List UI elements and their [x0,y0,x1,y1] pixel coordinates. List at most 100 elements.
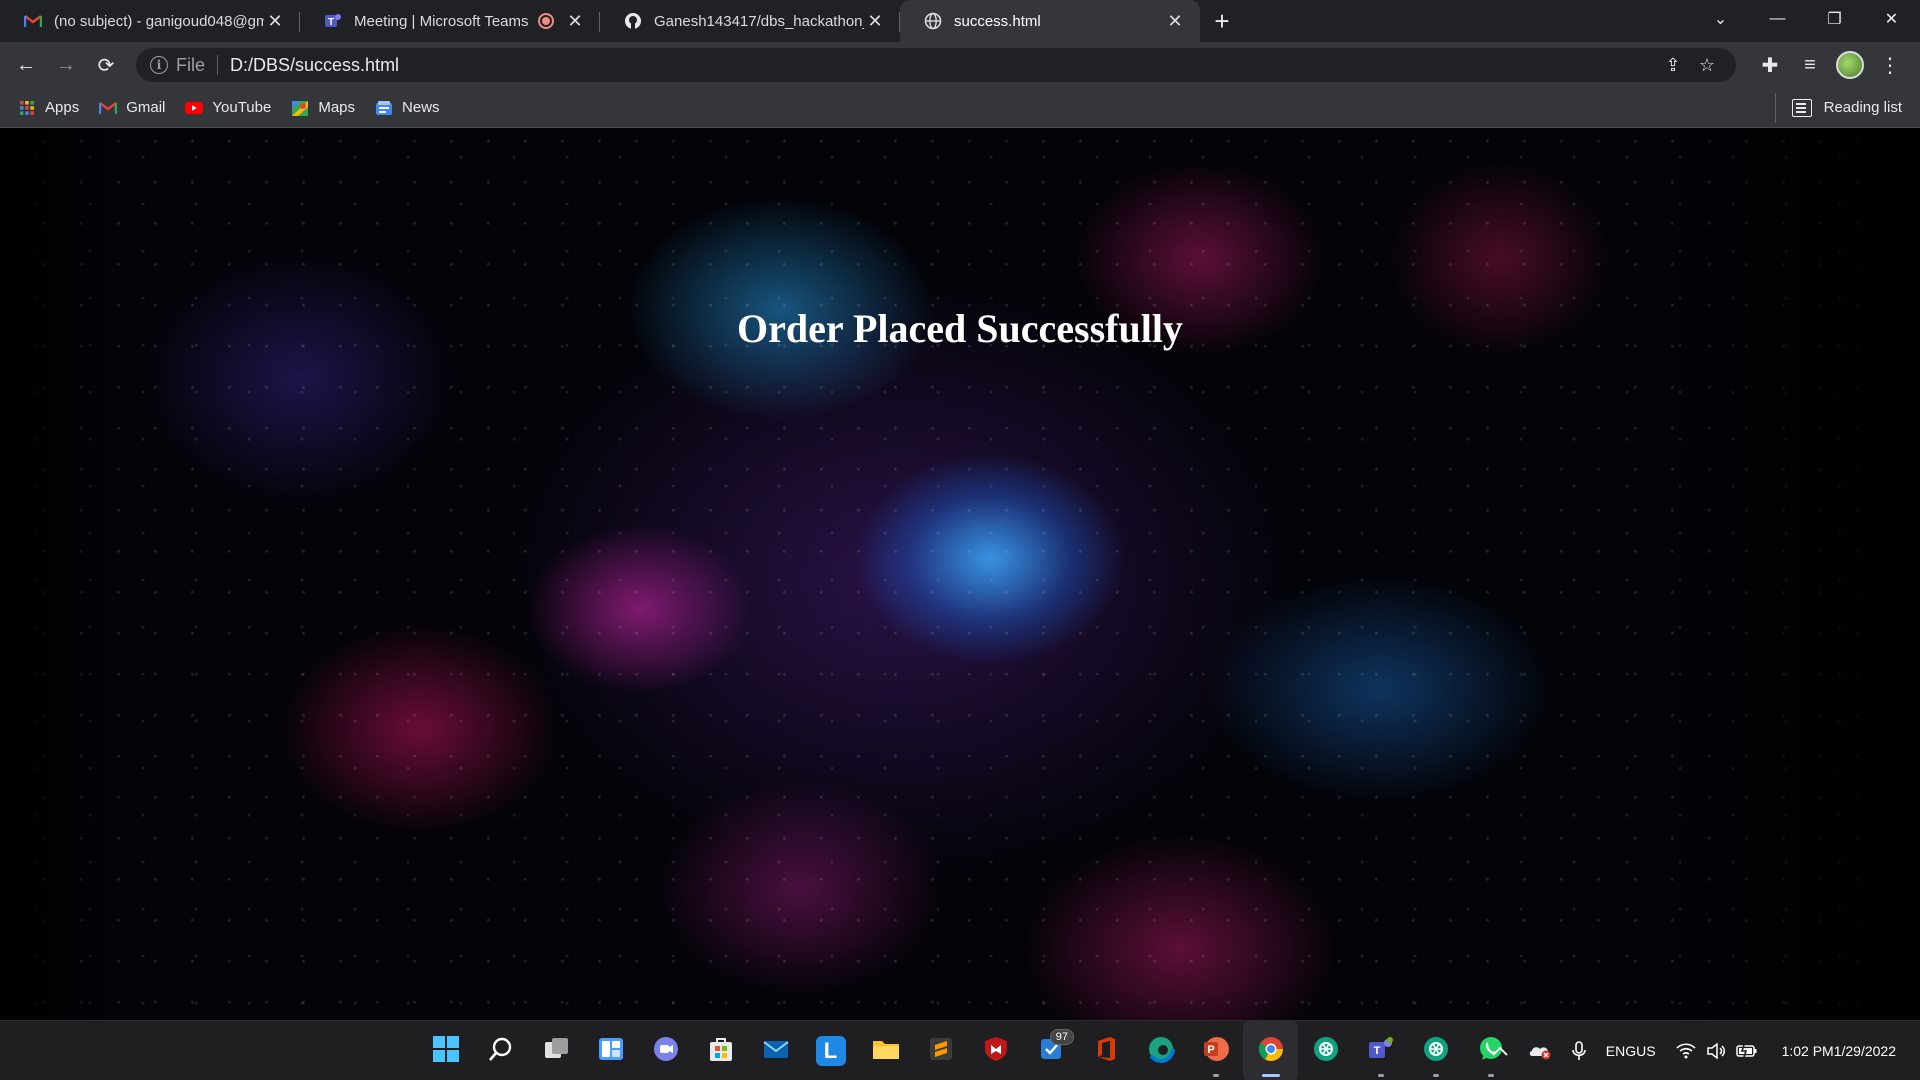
powerpoint-button[interactable]: P [1188,1021,1243,1080]
gmail-icon [24,12,42,30]
minimize-button[interactable]: — [1749,0,1806,38]
teams-chat-icon [652,1035,680,1068]
todo-button[interactable]: 97 [1023,1021,1078,1080]
edge-icon [1146,1034,1175,1068]
globe-icon [924,12,942,30]
start-button[interactable] [418,1021,473,1080]
onedrive-error-icon[interactable] [1528,1042,1552,1060]
mail-icon [762,1035,790,1068]
bookmark-youtube[interactable]: YouTube [185,93,271,123]
language-code: ENG [1605,1043,1637,1059]
widgets-button[interactable] [583,1021,638,1080]
close-tab-icon[interactable]: ✕ [1164,10,1186,32]
svg-text:P: P [1207,1044,1214,1056]
office-icon [1092,1035,1120,1068]
site-info-icon[interactable]: i [150,56,168,74]
bookmark-gmail[interactable]: Gmail [99,93,165,123]
sublime-icon [927,1035,955,1068]
youtube-icon [185,99,204,117]
widgets-icon [597,1035,625,1068]
bookmark-star-icon[interactable]: ☆ [1690,50,1724,80]
teams-icon: T [1367,1035,1395,1068]
reading-list-label: Reading list [1823,99,1902,116]
notification-badge: 97 [1049,1029,1074,1045]
share-icon[interactable]: ⇪ [1656,50,1690,80]
back-button[interactable]: ← [6,45,46,85]
url-text[interactable]: D:/DBS/success.html [230,55,1656,76]
close-tab-icon[interactable]: ✕ [264,10,286,32]
tab-success[interactable]: success.html ✕ [900,0,1200,42]
chatgpt-button-2[interactable] [1408,1021,1463,1080]
volume-icon[interactable] [1706,1043,1726,1059]
close-tab-icon[interactable]: ✕ [564,10,586,32]
sublime-button[interactable] [913,1021,968,1080]
reload-button[interactable]: ⟳ [86,45,126,85]
system-tray: ENG US 1:02 PM 1/29/2022 [1482,1021,1920,1080]
battery-icon[interactable] [1735,1044,1758,1058]
task-view-icon [542,1035,570,1068]
mail-button[interactable] [748,1021,803,1080]
menu-kebab-icon[interactable]: ⋮ [1870,45,1910,85]
news-icon [375,99,393,117]
forward-button[interactable]: → [46,45,86,85]
system-clock[interactable]: 1:02 PM 1/29/2022 [1782,1041,1896,1061]
background-vignette [0,129,110,1020]
edge-button[interactable] [1133,1021,1188,1080]
wifi-icon[interactable] [1675,1043,1696,1059]
tab-github[interactable]: Ganesh143417/dbs_hackathon_3 ✕ [600,0,900,42]
show-hidden-icons-chevron-icon[interactable] [1492,1046,1508,1056]
l-app-button[interactable]: L [803,1021,858,1080]
tab-search-chevron-icon[interactable]: ⌄ [1692,0,1749,38]
bookmark-news[interactable]: News [375,93,440,123]
bookmark-label: News [402,99,440,116]
page-title: Order Placed Successfully [737,306,1183,351]
tab-title: (no subject) - ganigoud048@gm [54,12,264,30]
microphone-icon[interactable] [1571,1041,1586,1061]
mcafee-icon [982,1035,1010,1068]
windows-start-icon [432,1035,460,1068]
recording-indicator-icon [538,13,554,29]
tab-strip: (no subject) - ganigoud048@gm ✕ T Meetin… [0,0,1920,42]
svg-text:T: T [1373,1045,1380,1057]
svg-text:T: T [328,17,334,28]
avatar [1836,51,1864,79]
store-button[interactable] [693,1021,748,1080]
input-language-indicator[interactable]: ENG US [1606,1041,1656,1061]
bookmark-apps[interactable]: Apps [18,93,79,123]
taskbar-apps: L 97 P T [418,1021,1518,1080]
close-tab-icon[interactable]: ✕ [864,10,886,32]
bookmark-maps[interactable]: Maps [291,93,355,123]
close-window-button[interactable]: ✕ [1863,0,1920,38]
file-explorer-button[interactable] [858,1021,913,1080]
chat-button[interactable] [638,1021,693,1080]
tab-teams-meeting[interactable]: T Meeting | Microsoft Teams ✕ [300,0,600,42]
address-bar[interactable]: i File D:/DBS/success.html ⇪ ☆ [136,48,1736,82]
chrome-button[interactable] [1243,1021,1298,1080]
bookmark-label: YouTube [212,99,272,116]
mcafee-button[interactable] [968,1021,1023,1080]
reading-list-icon [1791,98,1812,117]
url-scheme: File [176,54,206,75]
restore-button[interactable]: ❐ [1806,0,1863,38]
l-app-icon: L [815,1036,846,1066]
tab-gmail[interactable]: (no subject) - ganigoud048@gm ✕ [0,0,300,42]
media-control-icon[interactable]: ≡ [1790,45,1830,85]
reading-list-button[interactable]: Reading list [1774,92,1902,123]
bookmark-label: Gmail [126,99,166,116]
apps-grid-icon [18,99,36,117]
gmail-icon [99,99,118,117]
page-viewport: Order Placed Successfully [0,129,1920,1020]
bookmarks-bar: Apps Gmail YouTube Maps News Reading lis… [0,88,1920,128]
office-button[interactable] [1078,1021,1133,1080]
profile-avatar[interactable] [1830,45,1870,85]
new-tab-button[interactable]: + [1200,0,1244,42]
powerpoint-icon: P [1202,1035,1230,1068]
maps-icon [291,99,309,117]
bookmark-label: Apps [45,99,80,116]
teams-button[interactable]: T [1353,1021,1408,1080]
taskbar-search-button[interactable] [473,1021,528,1080]
task-view-button[interactable] [528,1021,583,1080]
extensions-puzzle-icon[interactable]: ✚ [1750,45,1790,85]
clock-time: 1:02 PM [1781,1043,1834,1059]
chatgpt-button[interactable] [1298,1021,1353,1080]
